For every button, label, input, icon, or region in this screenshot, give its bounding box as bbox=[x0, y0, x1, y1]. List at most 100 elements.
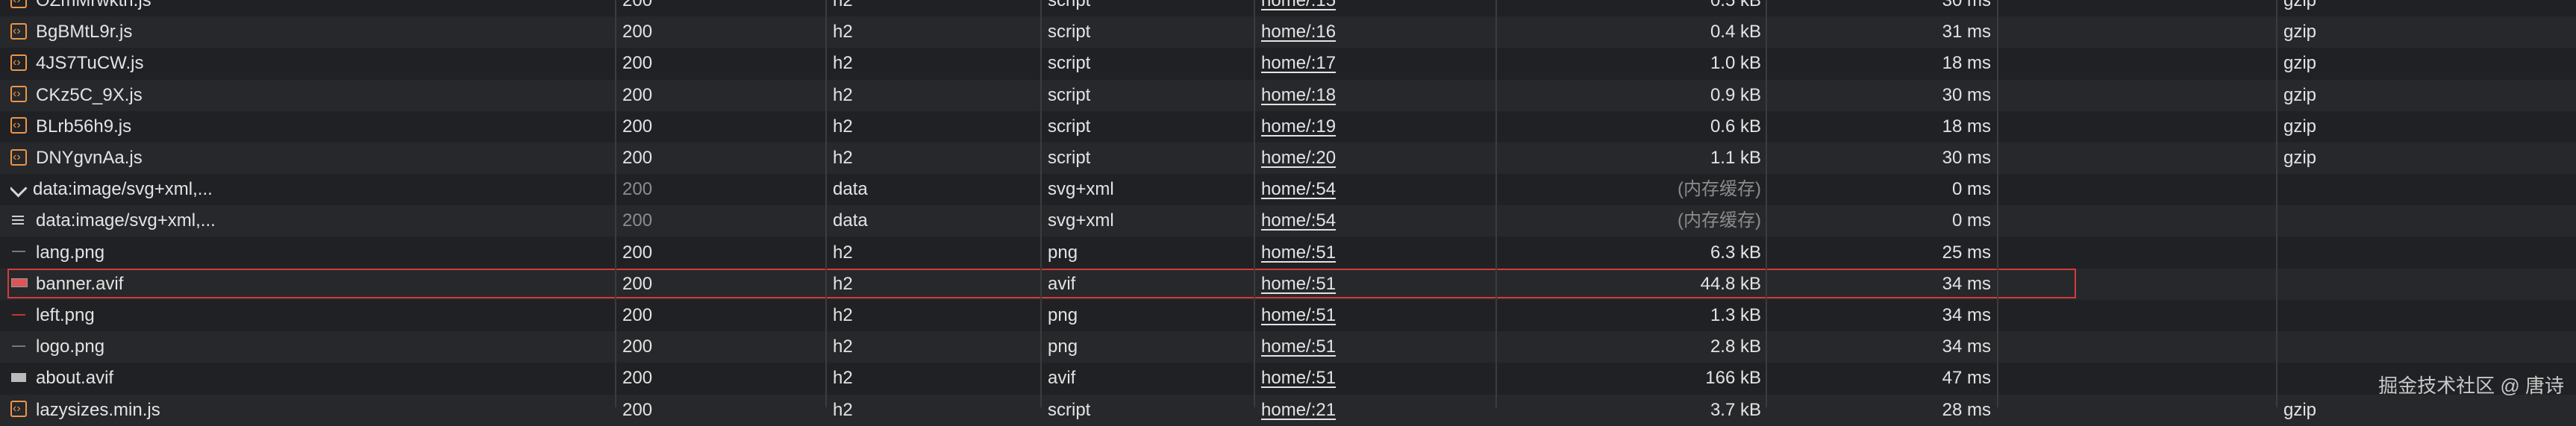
request-initiator-link[interactable]: home/:54 bbox=[1261, 205, 1492, 237]
request-encoding: gzip bbox=[2283, 80, 2433, 111]
request-encoding bbox=[2283, 237, 2433, 269]
column-divider[interactable] bbox=[1766, 0, 1767, 407]
request-encoding bbox=[2283, 174, 2433, 205]
request-type: avif bbox=[1048, 363, 1249, 394]
request-time-text: 47 ms bbox=[1942, 368, 1991, 389]
request-status: 200 bbox=[622, 16, 824, 48]
request-initiator-link[interactable]: home/:51 bbox=[1261, 237, 1492, 269]
request-name-text: logo.png bbox=[36, 336, 105, 357]
request-initiator-link[interactable]: home/:19 bbox=[1261, 111, 1492, 142]
request-type: script bbox=[1048, 395, 1249, 426]
request-type: avif bbox=[1048, 269, 1249, 300]
request-encoding: gzip bbox=[2283, 48, 2433, 79]
request-protocol: h2 bbox=[833, 48, 1034, 79]
request-initiator-link-text: home/:51 bbox=[1261, 242, 1337, 263]
request-type: png bbox=[1048, 331, 1249, 363]
request-status-text: 200 bbox=[622, 22, 653, 43]
request-initiator-link[interactable]: home/:15 bbox=[1261, 0, 1492, 16]
table-row[interactable]: BgBMtL9r.js 200 h2 script home/:16 0.4 kB 31 m… bbox=[0, 16, 2576, 48]
request-initiator-link-text: home/:18 bbox=[1261, 84, 1337, 105]
table-row[interactable]: BLrb56h9.js 200 h2 script home/:19 0.6 kB 18 m… bbox=[0, 110, 2576, 142]
request-type-text: png bbox=[1048, 336, 1078, 357]
request-initiator-link[interactable]: home/:54 bbox=[1261, 174, 1492, 205]
request-time-text: 34 ms bbox=[1942, 305, 1991, 325]
table-row[interactable]: banner.avif 200 h2 avif home/:51 44.8 kB 34 ms bbox=[0, 268, 2576, 300]
request-name-text: lang.png bbox=[36, 242, 105, 263]
request-time: 34 ms bbox=[1773, 269, 1991, 300]
request-type-text: png bbox=[1048, 305, 1078, 325]
column-divider[interactable] bbox=[825, 0, 827, 407]
request-initiator-link-text: home/:20 bbox=[1261, 148, 1337, 168]
column-divider[interactable] bbox=[1997, 0, 1998, 407]
request-time-text: 0 ms bbox=[1951, 210, 1991, 231]
request-time-text: 30 ms bbox=[1942, 0, 1991, 10]
table-row[interactable]: lang.png 200 h2 png home/:51 6.3 kB 25 ms bbox=[0, 237, 2576, 269]
request-name-text: about.avif bbox=[36, 368, 114, 389]
request-initiator-link[interactable]: home/:51 bbox=[1261, 331, 1492, 363]
request-type: script bbox=[1048, 142, 1249, 174]
request-initiator-link[interactable]: home/:18 bbox=[1261, 80, 1492, 111]
request-initiator-link[interactable]: home/:21 bbox=[1261, 395, 1492, 426]
request-type-text: avif bbox=[1048, 273, 1076, 294]
request-size-text: 0.6 kB bbox=[1710, 116, 1761, 137]
request-time-text: 31 ms bbox=[1942, 22, 1991, 43]
script-icon bbox=[10, 143, 27, 172]
request-protocol: h2 bbox=[833, 363, 1034, 394]
table-row[interactable]: data:image/svg+xml,... 200 data svg+xml home… bbox=[0, 205, 2576, 237]
request-initiator-link[interactable]: home/:20 bbox=[1261, 142, 1492, 174]
request-name-text: 4JS7TuCW.js bbox=[36, 53, 144, 74]
request-size: 1.3 kB bbox=[1500, 300, 1761, 331]
request-status: 200 bbox=[622, 0, 824, 16]
request-name: left.png bbox=[10, 300, 607, 331]
script-icon bbox=[10, 111, 27, 140]
request-size: 1.1 kB bbox=[1500, 142, 1761, 174]
request-name: BLrb56h9.js bbox=[10, 111, 607, 142]
request-initiator-link-text: home/:19 bbox=[1261, 116, 1337, 137]
table-row[interactable]: data:image/svg+xml,... 200 data svg+xml home… bbox=[0, 174, 2576, 206]
request-initiator-link[interactable]: home/:51 bbox=[1261, 363, 1492, 394]
column-divider[interactable] bbox=[2276, 0, 2278, 407]
request-size-text: 166 kB bbox=[1705, 368, 1761, 389]
request-status: 200 bbox=[622, 205, 824, 237]
table-row[interactable]: CKz5C_9X.js 200 h2 script home/:18 0.9 kB 30 m… bbox=[0, 79, 2576, 111]
column-divider[interactable] bbox=[615, 0, 616, 407]
request-time: 30 ms bbox=[1773, 142, 1991, 174]
table-row[interactable]: about.avif 200 h2 avif home/:51 166 kB 47 ms bbox=[0, 363, 2576, 395]
request-initiator-link-text: home/:51 bbox=[1261, 273, 1337, 294]
request-name-text: DNYgvnAa.js bbox=[36, 148, 143, 168]
table-row[interactable]: left.png 200 h2 png home/:51 1.3 kB 34 ms bbox=[0, 300, 2576, 331]
request-encoding bbox=[2283, 300, 2433, 331]
request-protocol-text: h2 bbox=[833, 273, 853, 294]
request-initiator-link[interactable]: home/:51 bbox=[1261, 300, 1492, 331]
request-protocol-text: data bbox=[833, 210, 868, 231]
request-status: 200 bbox=[622, 48, 824, 79]
table-row[interactable]: 4JS7TuCW.js 200 h2 script home/:17 1.0 kB 18 m… bbox=[0, 48, 2576, 80]
request-initiator-link-text: home/:54 bbox=[1261, 179, 1337, 200]
request-size: 6.3 kB bbox=[1500, 237, 1761, 269]
request-encoding-text: gzip bbox=[2283, 0, 2317, 10]
request-type: script bbox=[1048, 48, 1249, 79]
request-protocol: h2 bbox=[833, 331, 1034, 363]
request-size: 0.6 kB bbox=[1500, 111, 1761, 142]
request-time-text: 30 ms bbox=[1942, 148, 1991, 168]
column-divider[interactable] bbox=[1254, 0, 1255, 407]
table-row[interactable]: OZmMrwkth.js 200 h2 script home/:15 0.5 kB 30 … bbox=[0, 0, 2576, 16]
request-name: banner.avif bbox=[10, 269, 607, 300]
request-size-text: 1.1 kB bbox=[1710, 148, 1761, 168]
request-initiator-link[interactable]: home/:17 bbox=[1261, 48, 1492, 79]
column-divider[interactable] bbox=[1495, 0, 1497, 407]
request-encoding bbox=[2283, 331, 2433, 363]
request-name: CKz5C_9X.js bbox=[10, 80, 607, 111]
column-divider[interactable] bbox=[1040, 0, 1042, 407]
request-protocol-text: h2 bbox=[833, 368, 853, 389]
table-row[interactable]: lazysizes.min.js 200 h2 script home/:21 3.7 k… bbox=[0, 394, 2576, 426]
table-row[interactable]: logo.png 200 h2 png home/:51 2.8 kB 34 ms bbox=[0, 331, 2576, 363]
request-initiator-link[interactable]: home/:51 bbox=[1261, 269, 1492, 300]
request-protocol: h2 bbox=[833, 142, 1034, 174]
request-time: 34 ms bbox=[1773, 300, 1991, 331]
request-initiator-link[interactable]: home/:16 bbox=[1261, 16, 1492, 48]
table-row[interactable]: DNYgvnAa.js 200 h2 script home/:20 1.1 kB 30 m… bbox=[0, 142, 2576, 174]
request-name: data:image/svg+xml,... bbox=[10, 174, 607, 205]
request-status-text: 200 bbox=[622, 116, 653, 137]
request-type-text: script bbox=[1048, 22, 1091, 43]
